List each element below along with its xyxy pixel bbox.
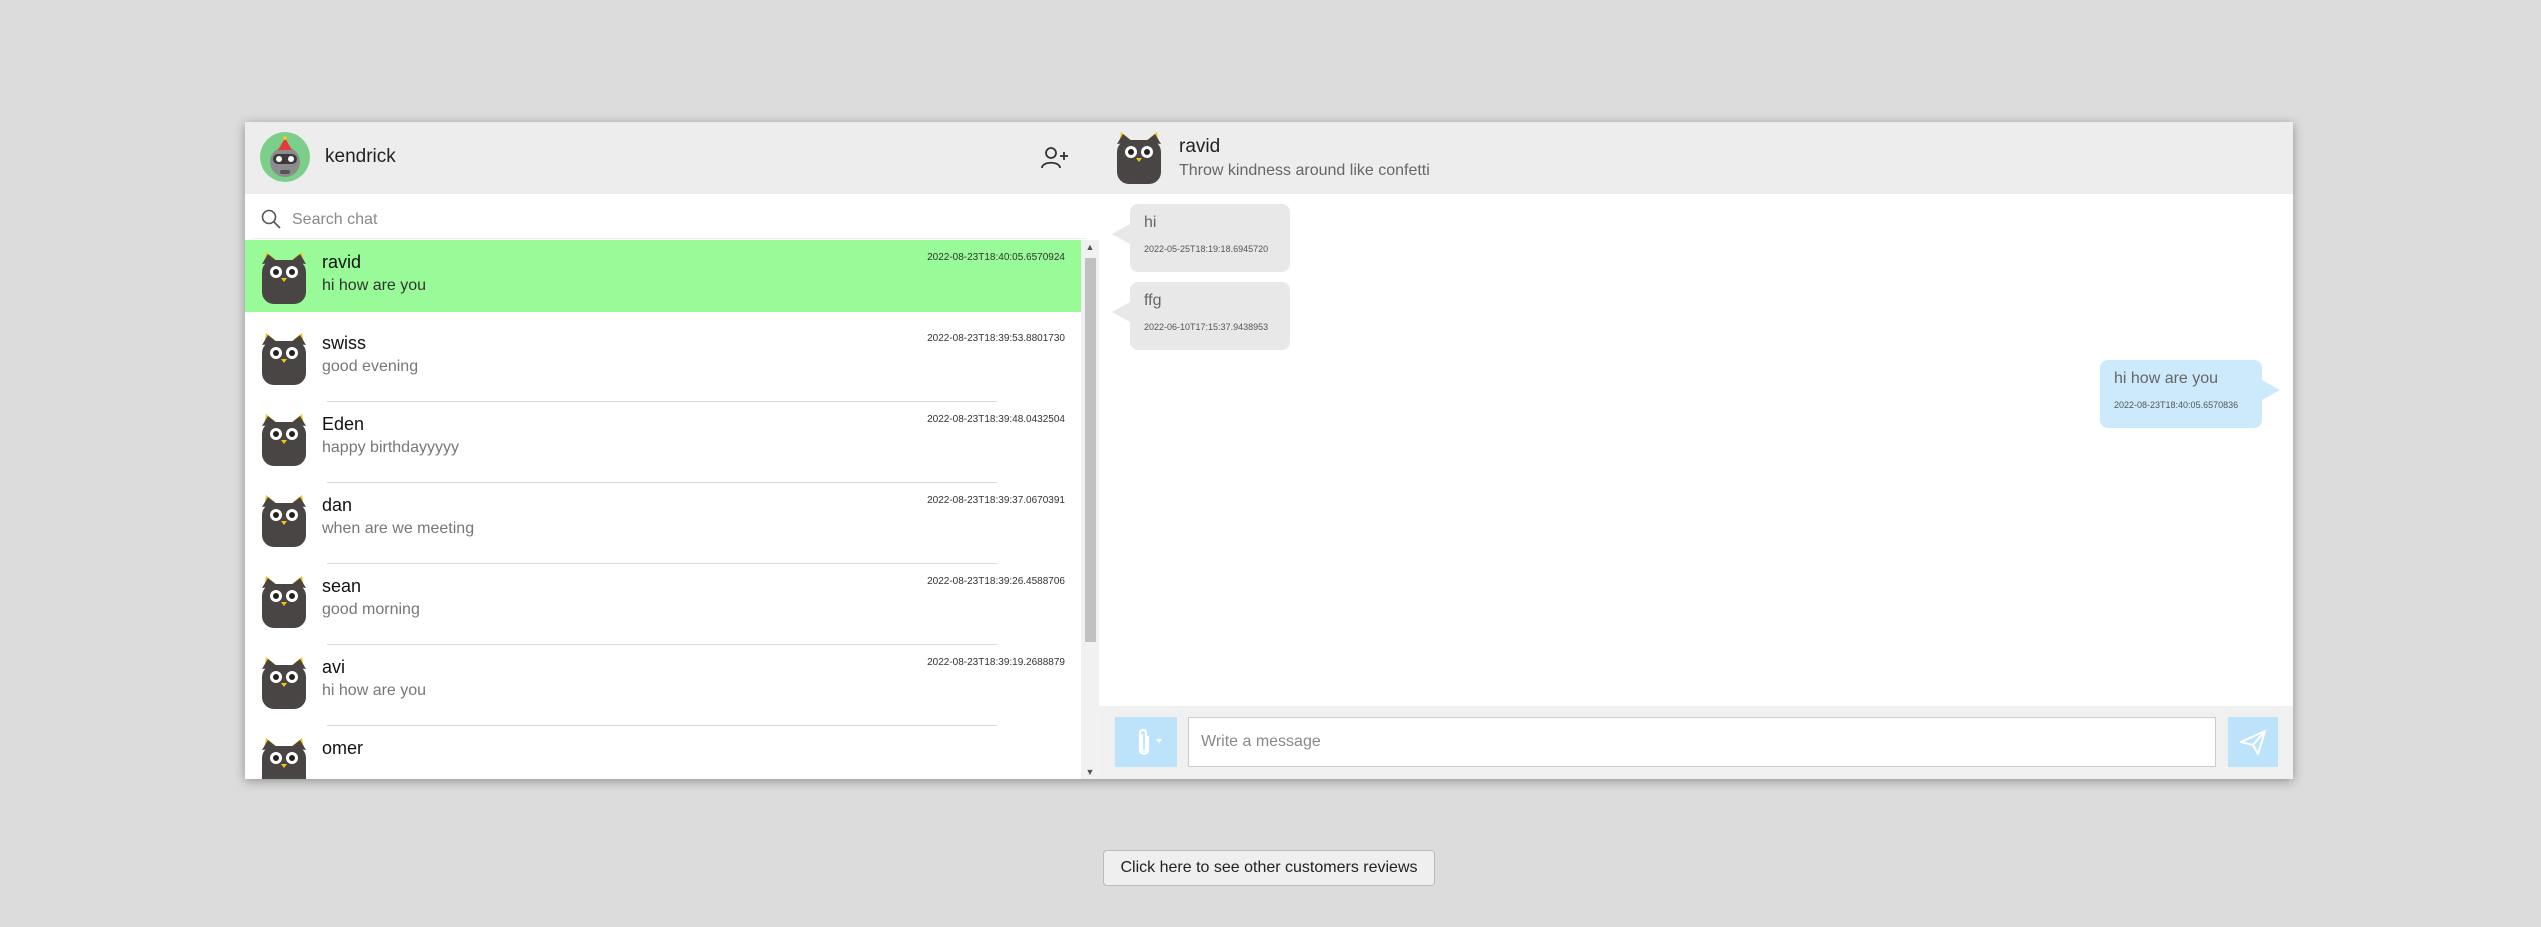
chat-name: swiss: [322, 333, 366, 353]
user-header: kendrick: [245, 122, 1099, 194]
message-time: 2022-06-10T17:15:37.9438953: [1144, 322, 1269, 332]
search-icon: [260, 208, 282, 230]
chat-item-sean[interactable]: sean good morning 2022-08-23T18:39:26.45…: [245, 564, 1081, 645]
chat-item-swiss[interactable]: swiss good evening 2022-08-23T18:39:53.8…: [245, 321, 1081, 402]
owl-avatar-icon: [260, 655, 308, 709]
chat-preview: hi how are you: [322, 277, 427, 294]
scroll-up-arrow-icon[interactable]: ▲: [1081, 240, 1099, 254]
customer-reviews-button[interactable]: Click here to see other customers review…: [1103, 850, 1435, 886]
chat-item-eden[interactable]: Eden happy birthdayyyyy 2022-08-23T18:39…: [245, 402, 1081, 483]
chat-list: ravid hi how are you 2022-08-23T18:40:05…: [245, 240, 1081, 779]
chat-time: 2022-08-23T18:39:53.8801730: [927, 333, 1065, 344]
chat-name: dan: [322, 495, 353, 515]
contact-status: Throw kindness around like confetti: [1179, 162, 1430, 179]
attach-button[interactable]: [1115, 717, 1177, 767]
chat-item-ravid[interactable]: ravid hi how are you 2022-08-23T18:40:05…: [245, 240, 1081, 312]
message-time: 2022-05-25T18:19:18.6945720: [1144, 244, 1269, 254]
send-icon: [2240, 730, 2266, 755]
paperclip-icon: [1138, 728, 1162, 755]
chat-list-pane: kendrick ravid hi ho: [245, 122, 1099, 779]
chat-time: 2022-08-23T18:40:05.6570924: [927, 252, 1065, 263]
owl-avatar-icon: [260, 412, 308, 466]
chat-preview: happy birthdayyyyy: [322, 439, 459, 456]
chat-time: 2022-08-23T18:39:19.2688879: [927, 657, 1065, 668]
message-composer: [1099, 706, 2293, 779]
search-input[interactable]: [290, 206, 1074, 234]
owl-avatar-icon: [260, 574, 308, 628]
message-text: hi: [1144, 214, 1157, 231]
chat-time: 2022-08-23T18:39:26.4588706: [927, 576, 1065, 587]
owl-avatar-icon: [260, 736, 308, 779]
send-button[interactable]: [2228, 717, 2278, 767]
chat-name: omer: [322, 738, 364, 758]
scroll-down-arrow-icon[interactable]: ▼: [1081, 765, 1099, 779]
chat-item-avi[interactable]: avi hi how are you 2022-08-23T18:39:19.2…: [245, 645, 1081, 726]
chat-time: 2022-08-23T18:39:48.0432504: [927, 414, 1065, 425]
incoming-message: ffg 2022-06-10T17:15:37.9438953: [1112, 282, 1290, 350]
owl-avatar-icon: [260, 493, 308, 547]
chat-name: avi: [322, 657, 346, 677]
chat-preview: when are we meeting: [322, 520, 475, 537]
owl-avatar-icon[interactable]: [1115, 130, 1163, 184]
chat-preview: good morning: [322, 601, 420, 618]
chat-time: 2022-08-23T18:39:37.0670391: [927, 495, 1065, 506]
search-bar: [252, 200, 1087, 239]
current-user-name: kendrick: [325, 146, 396, 167]
chat-name: ravid: [322, 252, 362, 272]
chat-preview: hi how are you: [322, 682, 427, 699]
chat-item-omer[interactable]: omer: [245, 726, 1081, 779]
robot-avatar-icon[interactable]: [260, 132, 310, 182]
chat-name: sean: [322, 576, 362, 596]
conversation-pane: ravid Throw kindness around like confett…: [1099, 122, 2293, 779]
owl-avatar-icon: [260, 331, 308, 385]
message-text: hi how are you: [2114, 370, 2219, 387]
chat-list-scrollbar[interactable]: ▲ ▼: [1081, 240, 1099, 779]
contact-name: ravid: [1179, 136, 1221, 157]
chat-app-window: kendrick ravid hi ho: [245, 122, 2293, 779]
message-area: hi 2022-05-25T18:19:18.6945720 ffg 2022-…: [1099, 194, 2293, 706]
scrollbar-thumb[interactable]: [1085, 258, 1096, 642]
chat-preview: good evening: [322, 358, 419, 375]
message-input[interactable]: [1188, 717, 2216, 767]
outgoing-message: hi how are you 2022-08-23T18:40:05.65708…: [2100, 360, 2280, 428]
message-time: 2022-08-23T18:40:05.6570836: [2114, 400, 2239, 410]
add-contact-icon[interactable]: [1039, 142, 1071, 174]
conversation-header: ravid Throw kindness around like confett…: [1099, 122, 2293, 194]
owl-avatar-icon: [260, 250, 308, 304]
chat-name: Eden: [322, 414, 365, 434]
chat-item-dan[interactable]: dan when are we meeting 2022-08-23T18:39…: [245, 483, 1081, 564]
incoming-message: hi 2022-05-25T18:19:18.6945720: [1112, 204, 1290, 272]
message-text: ffg: [1144, 292, 1162, 309]
